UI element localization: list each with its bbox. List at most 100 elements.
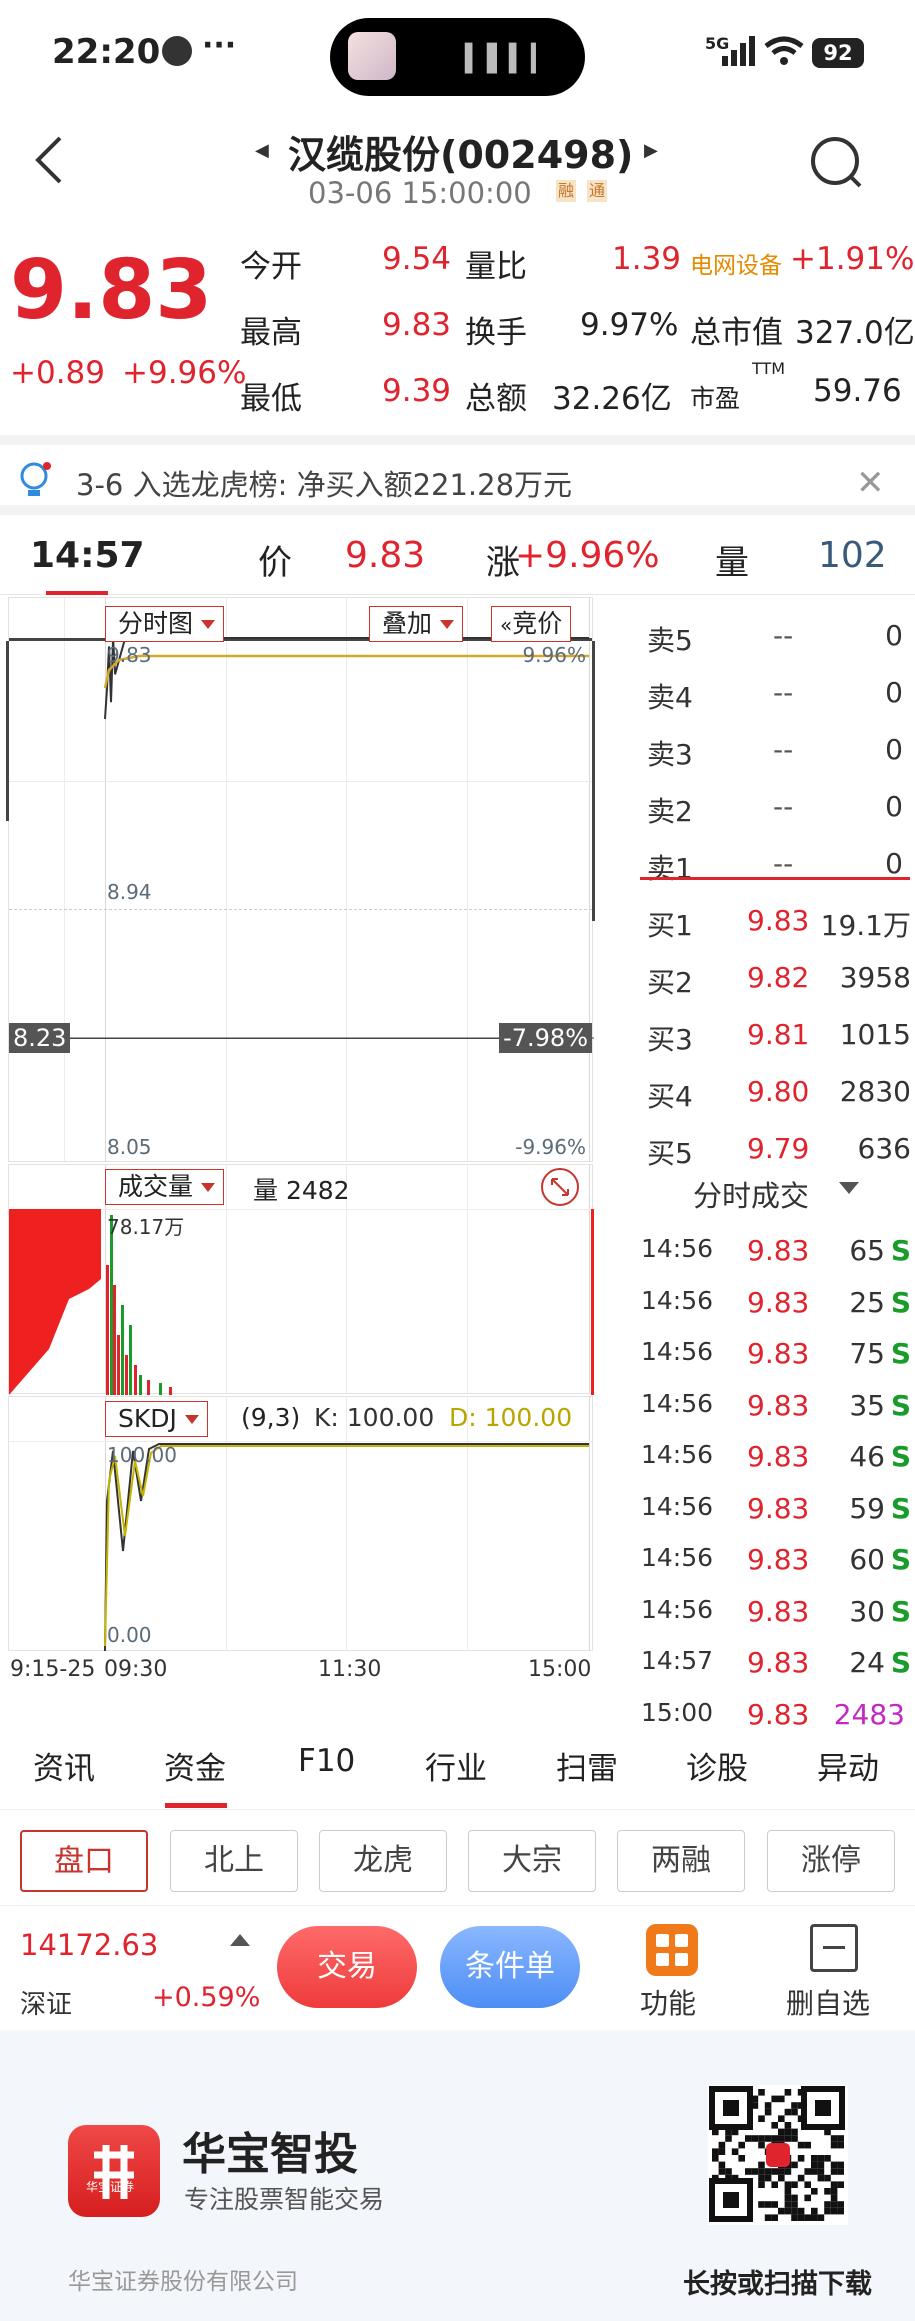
chart-type-dropdown[interactable]: 分时图 xyxy=(105,606,225,642)
rt-price-label: 价 xyxy=(258,543,292,583)
dynamic-island[interactable]: ▍▌▍▎ xyxy=(330,18,585,96)
skdj-d: D: 100.00 xyxy=(449,1403,573,1432)
volume-bars xyxy=(9,1209,594,1395)
skdj-panel[interactable]: SKDJ (9,3) K: 100.00 D: 100.00 100.00 0.… xyxy=(8,1396,593,1652)
expand-icon[interactable] xyxy=(541,1168,579,1206)
volume-bar xyxy=(110,1215,113,1395)
auction-button[interactable]: «竞价 xyxy=(491,606,572,642)
trade-button[interactable]: 交易 xyxy=(277,1926,417,2008)
tick-side-flag: S xyxy=(890,1646,911,1679)
subtab-orderbook[interactable]: 盘口 xyxy=(20,1830,148,1892)
subtab-northbound[interactable]: 北上 xyxy=(170,1830,298,1892)
tick-price: 9.83 xyxy=(747,1388,810,1422)
y-lo-pct: -9.96% xyxy=(515,1135,586,1159)
tick-volume: 24 xyxy=(849,1646,885,1679)
tick-time: 14:56 xyxy=(641,1440,714,1469)
next-stock-icon[interactable]: ▶ xyxy=(644,140,658,161)
indicator-dropdown[interactable]: SKDJ xyxy=(105,1401,208,1437)
close-icon[interactable]: ✕ xyxy=(856,463,885,503)
chart-area[interactable]: 分时图 叠加 «竞价 9.83 9.96% 8.94 8.23 -7.98% 8… xyxy=(0,597,635,1702)
ticks-title[interactable]: 分时成交 xyxy=(693,1173,809,1215)
bottom-bar[interactable]: 14172.63 深证 +0.59% 交易 条件单 功能 删自选 xyxy=(0,1905,915,2025)
remove-watchlist-label[interactable]: 删自选 xyxy=(786,1982,870,2022)
quote-datetime: 03-06 15:00:00 xyxy=(308,176,532,210)
tick-row: 14:56 9.83 75 S xyxy=(635,1325,915,1381)
tab-industry[interactable]: 行业 xyxy=(425,1743,487,1788)
ticks-dropdown-icon[interactable] xyxy=(839,1182,859,1194)
tick-row: 14:56 9.83 65 S xyxy=(635,1222,915,1278)
tick-side-flag: S xyxy=(890,1543,911,1576)
ask-volume: 0 xyxy=(885,847,903,880)
sub-tabs[interactable]: 盘口 北上 龙虎 大宗 两融 涨停 xyxy=(0,1820,915,1900)
tab-capital[interactable]: 资金 xyxy=(164,1743,226,1788)
chevrons-left-icon: « xyxy=(500,613,513,637)
function-label[interactable]: 功能 xyxy=(640,1982,696,2022)
connect-badge: 通 xyxy=(587,180,607,202)
prev-stock-icon[interactable]: ◀ xyxy=(255,140,269,161)
volume-bar xyxy=(147,1380,150,1395)
order-book[interactable]: 卖5 -- 0 卖4 -- 0 卖3 -- 0 卖2 -- 0 卖1 -- 0 买1 9.83 19.1万 买2 9… xyxy=(635,597,915,1731)
function-icon[interactable] xyxy=(646,1924,698,1976)
subtab-margin[interactable]: 两融 xyxy=(617,1830,745,1892)
tick-time: 14:56 xyxy=(641,1594,714,1624)
volume-dropdown[interactable]: 成交量 xyxy=(105,1169,225,1205)
open-label: 今开 xyxy=(240,249,302,285)
index-value[interactable]: 14172.63 xyxy=(20,1928,158,1962)
ask-row: 卖2 -- 0 xyxy=(635,778,915,834)
ask-volume: 0 xyxy=(885,790,903,823)
price-series-line xyxy=(104,637,589,720)
x-tick-noon: 11:30 xyxy=(318,1657,382,1682)
volume-panel[interactable]: 成交量 量 2482 78.17万 xyxy=(8,1164,594,1395)
ask-label: 卖3 xyxy=(647,738,693,771)
tick-price: 9.83 xyxy=(747,1337,810,1370)
news-bar[interactable]: 3-6 入选龙虎榜: 净买入额221.28万元 ✕ xyxy=(0,435,915,515)
skdj-lines xyxy=(104,1443,589,1652)
x-tick-preopen: 9:15-25 xyxy=(10,1657,96,1682)
back-icon[interactable] xyxy=(30,132,70,188)
info-tabs[interactable]: 资讯 资金 F10 行业 扫雷 诊股 异动 xyxy=(0,1715,915,1810)
close-auction-volume xyxy=(591,1209,594,1395)
y-hi-pct: 9.96% xyxy=(522,643,586,667)
tab-diagnose[interactable]: 诊股 xyxy=(686,1743,748,1788)
prev-close-tag: 8.23 xyxy=(9,1023,71,1053)
rt-vol-label: 量 xyxy=(715,543,749,583)
promo-banner: 华宝证券 华宝智投 专注股票智能交易 华宝证券股份有限公司 长按或扫描下载 xyxy=(0,2030,915,2321)
tick-time: 14:56 xyxy=(641,1388,714,1418)
tab-news[interactable]: 资讯 xyxy=(33,1743,95,1788)
tick-row: 14:57 9.83 24 S xyxy=(635,1634,915,1690)
conditional-order-button[interactable]: 条件单 xyxy=(440,1926,580,2008)
subtab-dragon-tiger[interactable]: 龙虎 xyxy=(319,1830,447,1892)
subtab-limit-up[interactable]: 涨停 xyxy=(767,1830,895,1892)
bid-price: 9.82 xyxy=(747,961,810,994)
promo-company: 华宝证券股份有限公司 xyxy=(68,2269,298,2295)
low-value: 9.39 xyxy=(382,373,452,409)
index-change: +0.59% xyxy=(152,1982,261,2013)
price-panel[interactable]: 分时图 叠加 «竞价 9.83 9.96% 8.94 8.23 -7.98% 8… xyxy=(6,597,595,1162)
remove-watchlist-icon[interactable] xyxy=(810,1924,858,1972)
tick-side-flag: S xyxy=(890,1337,911,1370)
tab-minesweep[interactable]: 扫雷 xyxy=(556,1743,618,1788)
ask-label: 卖4 xyxy=(647,681,693,714)
ask-price: -- xyxy=(773,847,794,880)
tab-f10[interactable]: F10 xyxy=(298,1743,355,1779)
tick-time: 14:56 xyxy=(641,1285,714,1315)
search-icon[interactable] xyxy=(808,134,864,190)
qr-code[interactable] xyxy=(708,2085,848,2225)
bid-volume: 2830 xyxy=(839,1075,911,1108)
tick-row: 14:56 9.83 59 S xyxy=(635,1480,915,1536)
subtab-block-trade[interactable]: 大宗 xyxy=(468,1830,596,1892)
tab-anomaly[interactable]: 异动 xyxy=(817,1743,879,1788)
price-change: +0.89 xyxy=(10,355,105,391)
sector-name[interactable]: 电网设备 xyxy=(690,246,782,280)
volume-bar xyxy=(129,1325,132,1395)
ask-price: -- xyxy=(773,733,794,766)
overlay-dropdown[interactable]: 叠加 xyxy=(369,606,464,642)
ask-row: 卖3 -- 0 xyxy=(635,721,915,777)
volume-label: 量 2482 xyxy=(253,1176,350,1205)
x-tick-close: 15:00 xyxy=(528,1657,592,1682)
ask-label: 卖2 xyxy=(647,795,693,828)
mktcap-value: 327.0亿 xyxy=(795,315,915,351)
ask-volume: 0 xyxy=(885,619,903,652)
skdj-bottom: 0.00 xyxy=(107,1623,152,1647)
x-tick-open: 09:30 xyxy=(104,1657,168,1682)
